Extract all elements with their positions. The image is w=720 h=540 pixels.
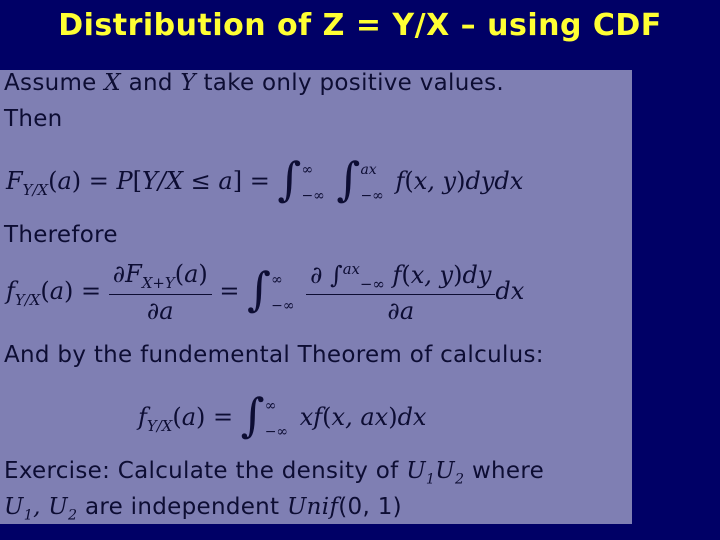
var-x: X — [104, 70, 121, 96]
text: and — [128, 70, 173, 96]
text: Assume — [4, 70, 97, 96]
pdf-result-equation: fY/X(a) = ∫ ∞ −∞ xf(x, ax)dx — [138, 388, 427, 442]
slide-title: Distribution of Z = Y/X – using CDF — [58, 8, 662, 43]
text: take only positive values. — [203, 70, 504, 96]
fundamental-theorem-line: And by the fundemental Theorem of calcul… — [4, 342, 544, 368]
text: Exercise: Calculate the density of — [4, 458, 399, 484]
u1u2: U1U2 — [406, 458, 465, 488]
assumption-line: Assume X and Y take only positive values… — [4, 70, 504, 96]
var-y: Y — [180, 70, 196, 96]
unif: Unif — [287, 494, 339, 520]
therefore-line: Therefore — [4, 222, 118, 248]
unif-args: (0, 1) — [338, 494, 402, 520]
u1-u2: U1, U2 — [4, 494, 78, 524]
pdf-derivative-equation: fY/X(a) = ∂FX+Y(a) ∂a = ∫ ∞ −∞ ∂ ∫ax−∞ f(x,… — [6, 259, 525, 326]
text: are independent — [84, 494, 280, 520]
text: where — [471, 458, 545, 484]
content-panel: Assume X and Y take only positive values… — [0, 70, 632, 524]
exercise-line-2: U1, U2 are independent Unif(0, 1) — [4, 494, 402, 524]
exercise-line-1: Exercise: Calculate the density of U1U2 … — [4, 458, 544, 488]
then-line: Then — [4, 106, 63, 132]
cdf-equation: FY/X(a) = P[Y/X ≤ a] = ∫ ∞ −∞ ∫ ax −∞ f(x, y… — [6, 152, 524, 206]
